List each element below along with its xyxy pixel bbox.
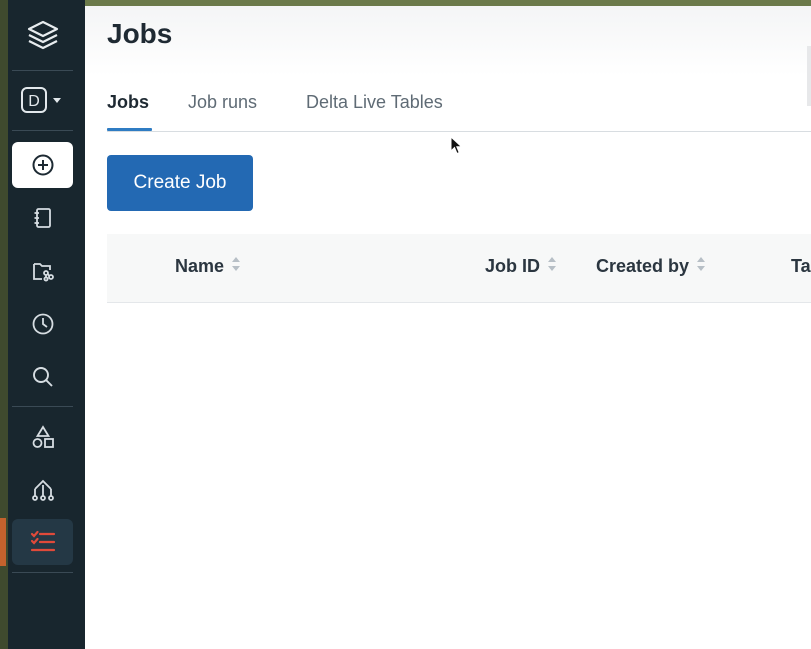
sidebar-item-jobs[interactable] — [12, 519, 73, 565]
stack-logo-icon[interactable] — [12, 12, 73, 58]
jobs-list-icon — [30, 530, 55, 552]
tab-jobs[interactable]: Jobs — [107, 92, 149, 113]
column-header-tags[interactable]: Ta — [791, 256, 811, 277]
jobs-page: Jobs Jobs Job runs Delta Live Tables Cre… — [85, 6, 811, 649]
column-label: Created by — [596, 256, 690, 276]
sidebar-divider — [12, 130, 73, 131]
sidebar: D — [8, 0, 85, 649]
sidebar-item-search[interactable] — [12, 354, 73, 400]
tab-delta-live-tables[interactable]: Delta Live Tables — [306, 92, 443, 113]
sidebar-item-repos[interactable] — [12, 248, 73, 294]
tab-bar: Jobs Job runs Delta Live Tables — [107, 92, 811, 132]
active-marker — [0, 518, 6, 566]
column-header-created-by[interactable]: Created by — [596, 256, 706, 277]
sidebar-divider — [12, 406, 73, 407]
sidebar-item-recents[interactable] — [12, 301, 73, 347]
search-icon — [32, 367, 53, 387]
create-icon — [32, 154, 53, 176]
sidebar-item-workflows[interactable] — [12, 467, 73, 513]
header-background — [85, 6, 811, 76]
column-header-job-id[interactable]: Job ID — [485, 256, 557, 277]
page-title: Jobs — [107, 18, 173, 49]
persona-switcher-icon: D — [20, 87, 61, 113]
sidebar-divider — [12, 572, 73, 573]
column-label: Job ID — [485, 256, 541, 276]
create-job-button[interactable]: Create Job — [107, 155, 253, 211]
create-button[interactable] — [12, 142, 73, 188]
mouse-cursor-icon — [450, 136, 463, 155]
tabs-divider — [107, 131, 811, 132]
sort-icon[interactable] — [547, 256, 557, 277]
shapes-icon — [32, 425, 54, 448]
workflow-tree-icon — [31, 479, 54, 501]
sort-icon[interactable] — [231, 256, 241, 277]
column-label: Ta — [791, 256, 811, 276]
notebook-icon — [34, 208, 51, 228]
persona-letter: D — [28, 93, 40, 110]
sidebar-item-notebooks[interactable] — [12, 195, 73, 241]
recents-icon — [32, 313, 53, 335]
sidebar-item-data[interactable] — [12, 414, 73, 460]
column-label: Name — [175, 256, 225, 276]
sidebar-divider — [12, 70, 73, 71]
column-header-name[interactable]: Name — [175, 256, 241, 277]
persona-switcher[interactable]: D — [12, 77, 73, 123]
repos-icon — [32, 263, 54, 282]
tab-job-runs[interactable]: Job runs — [188, 92, 257, 113]
sort-icon[interactable] — [696, 256, 706, 277]
jobs-table-header: Name Job ID Created by Ta — [107, 234, 811, 303]
